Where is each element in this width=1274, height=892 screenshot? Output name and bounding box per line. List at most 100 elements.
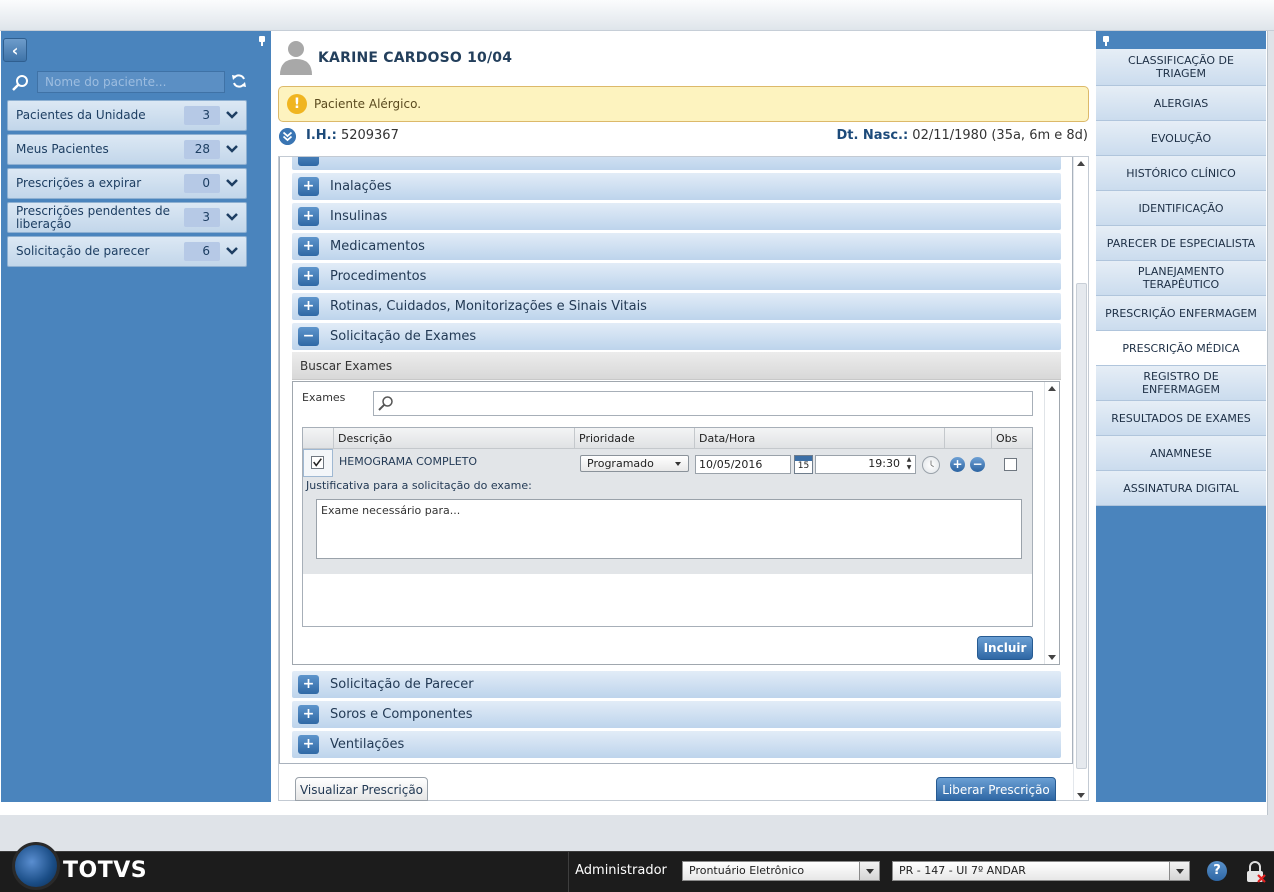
menu-item-prescricao-enfermagem[interactable]: PRESCRIÇÃO ENFERMAGEM	[1096, 296, 1266, 331]
section-medicamentos[interactable]: + Medicamentos	[292, 233, 1061, 260]
pin-icon[interactable]	[1101, 36, 1111, 46]
exam-search-input[interactable]	[373, 391, 1033, 416]
clock-icon[interactable]	[922, 456, 940, 474]
prescription-panel: + Inalações + Insulinas + Medicamentos +…	[278, 156, 1089, 801]
expand-details-icon[interactable]	[279, 128, 296, 145]
plus-icon[interactable]: +	[298, 297, 319, 316]
checkmark-icon	[313, 458, 322, 467]
chevron-down-icon[interactable]	[225, 142, 239, 156]
module-select[interactable]: Prontuário Eletrônico	[682, 861, 880, 881]
plus-icon[interactable]: +	[298, 267, 319, 286]
group-solicitacao-parecer[interactable]: Solicitação de parecer 6	[7, 236, 247, 267]
col-descricao: Descrição	[334, 428, 575, 449]
section-solicitacao-exames[interactable]: − Solicitação de Exames	[292, 323, 1061, 350]
search-icon	[12, 75, 28, 91]
ih-field: I.H.: 5209367	[306, 128, 399, 143]
obs-checkbox[interactable]	[1004, 458, 1017, 471]
collapse-sidebar-button[interactable]: ‹	[3, 38, 27, 62]
main-content: KARINE CARDOSO 10/04 ! Paciente Alérgico…	[271, 31, 1096, 802]
record-menu-list: CLASSIFICAÇÃO DE TRIAGEM ALERGIAS EVOLUÇ…	[1096, 49, 1266, 506]
plus-icon[interactable]: +	[298, 237, 319, 256]
minus-icon[interactable]: −	[298, 327, 319, 346]
expand-icon[interactable]	[298, 157, 319, 166]
chevron-down-icon[interactable]	[225, 210, 239, 224]
group-label: Prescrições pendentes de liberação	[16, 203, 170, 231]
table-row: HEMOGRAMA COMPLETO Programado 10/05/2016…	[303, 449, 1032, 574]
chevron-down-icon[interactable]	[225, 244, 239, 258]
sections-container: + Inalações + Insulinas + Medicamentos +…	[279, 157, 1073, 764]
chevron-down-icon[interactable]	[225, 176, 239, 190]
menu-item-resultados-exames[interactable]: RESULTADOS DE EXAMES	[1096, 401, 1266, 436]
col-prioridade: Prioridade	[575, 428, 695, 449]
window-top-bar	[0, 0, 1274, 31]
menu-item-historico[interactable]: HISTÓRICO CLÍNICO	[1096, 156, 1266, 191]
justification-label: Justificativa para a solicitação do exam…	[306, 479, 532, 492]
help-icon[interactable]: ?	[1207, 861, 1227, 881]
plus-icon[interactable]: +	[298, 675, 319, 694]
add-row-icon[interactable]: +	[950, 457, 965, 472]
group-count: 3	[184, 106, 220, 125]
justification-textarea[interactable]: Exame necessário para...	[316, 499, 1022, 559]
scroll-thumb[interactable]	[1076, 283, 1087, 769]
scroll-up-icon[interactable]	[1077, 161, 1085, 166]
section-rotinas[interactable]: + Rotinas, Cuidados, Monitorizações e Si…	[292, 293, 1061, 320]
menu-item-prescricao-medica[interactable]: PRESCRIÇÃO MÉDICA	[1096, 331, 1266, 366]
pin-icon[interactable]	[257, 36, 267, 46]
section-title: Medicamentos	[330, 239, 425, 254]
menu-item-assinatura[interactable]: ASSINATURA DIGITAL	[1096, 471, 1266, 506]
menu-item-evolucao[interactable]: EVOLUÇÃO	[1096, 121, 1266, 156]
allergy-alert: ! Paciente Alérgico.	[278, 86, 1089, 122]
dropdown-arrow-icon[interactable]	[1169, 862, 1189, 880]
group-label: Prescrições a expirar	[16, 176, 142, 190]
section-ventilacoes[interactable]: + Ventilações	[292, 731, 1061, 758]
menu-item-registro-enfermagem[interactable]: REGISTRO DE ENFERMAGEM	[1096, 366, 1266, 401]
calendar-icon[interactable]: 15	[794, 455, 813, 474]
priority-select[interactable]: Programado	[580, 455, 689, 472]
section-previous[interactable]	[292, 157, 1061, 170]
section-solicitacao-parecer[interactable]: + Solicitação de Parecer	[292, 671, 1061, 698]
logout-lock-icon[interactable]	[1245, 860, 1267, 884]
row-checkbox[interactable]	[311, 456, 324, 469]
section-title: Insulinas	[330, 209, 388, 224]
view-prescription-button[interactable]: Visualizar Prescrição	[295, 777, 428, 801]
time-spinner[interactable]: ▲ ▼	[904, 456, 914, 473]
menu-item-classificacao[interactable]: CLASSIFICAÇÃO DE TRIAGEM	[1096, 49, 1266, 86]
menu-item-parecer[interactable]: PARECER DE ESPECIALISTA	[1096, 226, 1266, 261]
scroll-up-icon[interactable]	[1048, 386, 1056, 391]
dropdown-arrow-icon[interactable]	[859, 862, 879, 880]
remove-row-icon[interactable]: −	[970, 457, 985, 472]
menu-item-identificacao[interactable]: IDENTIFICAÇÃO	[1096, 191, 1266, 226]
group-pacientes-unidade[interactable]: Pacientes da Unidade 3	[7, 100, 247, 131]
group-count: 0	[184, 174, 220, 193]
refresh-icon[interactable]	[231, 73, 247, 89]
time-input[interactable]: 19:30	[815, 455, 916, 474]
plus-icon[interactable]: +	[298, 177, 319, 196]
group-prescricoes-pendentes[interactable]: Prescrições pendentes de liberação 3	[7, 202, 247, 233]
menu-item-planejamento[interactable]: PLANEJAMENTO TERAPÊUTICO	[1096, 261, 1266, 296]
section-title: Solicitação de Exames	[330, 329, 477, 344]
include-button[interactable]: Incluir	[977, 636, 1033, 660]
section-soros[interactable]: + Soros e Componentes	[292, 701, 1061, 728]
plus-icon[interactable]: +	[298, 735, 319, 754]
patient-search-input[interactable]: Nome do paciente...	[37, 71, 225, 93]
menu-item-anamnese[interactable]: ANAMNESE	[1096, 436, 1266, 471]
menu-item-alergias[interactable]: ALERGIAS	[1096, 86, 1266, 121]
panel-scrollbar[interactable]	[1073, 157, 1088, 800]
date-input[interactable]: 10/05/2016	[695, 455, 791, 474]
totvs-logo-icon	[12, 842, 60, 890]
group-prescricoes-expirar[interactable]: Prescrições a expirar 0	[7, 168, 247, 199]
section-inalacoes[interactable]: + Inalações	[292, 173, 1061, 200]
release-prescription-button[interactable]: Liberar Prescrição	[936, 777, 1056, 801]
chevron-down-icon[interactable]	[225, 108, 239, 122]
scroll-down-icon[interactable]	[1048, 655, 1056, 660]
unit-select[interactable]: PR - 147 - UI 7º ANDAR	[892, 861, 1190, 881]
section-title: Solicitação de Parecer	[330, 677, 474, 692]
section-insulinas[interactable]: + Insulinas	[292, 203, 1061, 230]
alert-text: Paciente Alérgico.	[314, 97, 422, 111]
plus-icon[interactable]: +	[298, 705, 319, 724]
scroll-down-icon[interactable]	[1077, 793, 1085, 798]
section-procedimentos[interactable]: + Procedimentos	[292, 263, 1061, 290]
inner-scrollbar[interactable]	[1044, 382, 1059, 664]
plus-icon[interactable]: +	[298, 207, 319, 226]
group-meus-pacientes[interactable]: Meus Pacientes 28	[7, 134, 247, 165]
